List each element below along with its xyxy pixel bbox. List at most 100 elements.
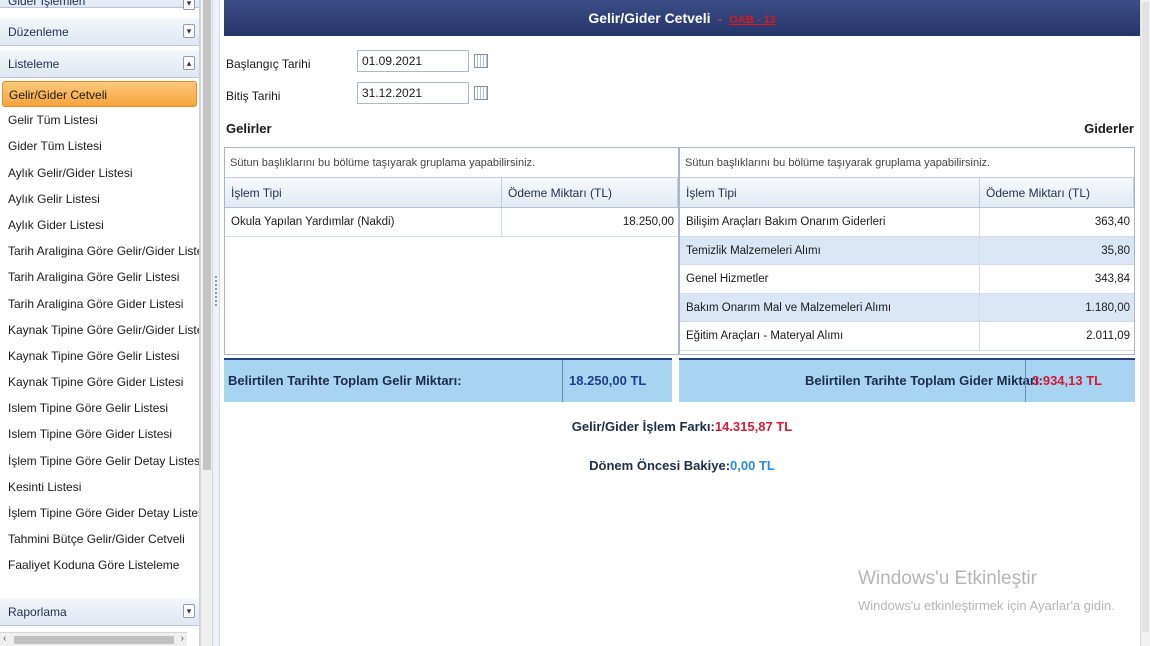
gider-total-label: Belirtilen Tarihte Toplam Gider Miktarı: bbox=[805, 373, 1043, 388]
activation-watermark: Windows'u Etkinleştir Windows'u etkinleş… bbox=[858, 568, 1115, 613]
scroll-thumb[interactable] bbox=[14, 636, 174, 644]
cell-odeme-miktari: 2.011,09 bbox=[1086, 330, 1130, 342]
sidebar-item[interactable]: Islem Tipine Göre Gider Listesi bbox=[0, 421, 199, 447]
scroll-thumb[interactable] bbox=[203, 0, 211, 470]
grid-body: Okula Yapılan Yardımlar (Nakdi) 18.250,00 bbox=[225, 208, 678, 237]
page-vertical-scrollbar[interactable] bbox=[1140, 0, 1150, 646]
table-row[interactable]: Temizlik Malzemeleri Alımı 35,80 bbox=[680, 236, 1134, 265]
cell-islem-tipi: Bilişim Araçları Bakım Onarım Giderleri bbox=[680, 208, 980, 236]
section-label: Listeleme bbox=[8, 57, 60, 71]
cell-odeme-miktari: 1.180,00 bbox=[1085, 301, 1130, 314]
gelirler-grid: Sütun başlıklarını bu bölüme taşıyarak g… bbox=[224, 147, 679, 355]
section-raporlama[interactable]: Raporlama ▾ bbox=[0, 598, 199, 626]
section-label: Düzenleme bbox=[8, 25, 69, 39]
expand-toggle-icon[interactable]: ▾ bbox=[183, 0, 195, 10]
cell-islem-tipi: Eğitim Araçları - Materyal Alımı bbox=[680, 322, 980, 350]
watermark-subtitle: Windows'u etkinleştirmek için Ayarlar'a … bbox=[858, 598, 1115, 613]
gider-total-value: 3.934,13 TL bbox=[1025, 360, 1135, 402]
table-row[interactable]: Bakım Onarım Mal ve Malzemeleri Alımı 1.1… bbox=[680, 293, 1134, 322]
expand-toggle-icon[interactable]: ▾ bbox=[183, 24, 195, 38]
sidebar-item[interactable]: Kesinti Listesi bbox=[0, 474, 199, 500]
gider-total-bar: Belirtilen Tarihte Toplam Gider Miktarı:… bbox=[679, 358, 1135, 402]
islem-farki-line: Gelir/Gider İşlem Farkı:14.315,87 TL bbox=[224, 419, 1140, 434]
grid-header: İşlem Tipi Ödeme Miktarı (TL) bbox=[225, 178, 678, 208]
sidebar-item[interactable]: Aylık Gelir Listesi bbox=[0, 186, 199, 212]
title-separator: - bbox=[717, 12, 722, 26]
sidebar-item[interactable]: Gider Tüm Listesi bbox=[0, 133, 199, 159]
sidebar-item[interactable]: Aylık Gider Listesi bbox=[0, 212, 199, 238]
column-header-islem-tipi[interactable]: İşlem Tipi bbox=[225, 178, 502, 207]
sidebar-item[interactable]: Islem Tipine Göre Gelir Listesi bbox=[0, 395, 199, 421]
sidebar-item[interactable]: Gelir/Gider Cetveli bbox=[2, 81, 197, 108]
cell-islem-tipi: Temizlik Malzemeleri Alımı bbox=[680, 236, 980, 264]
cell-islem-tipi: Okula Yapılan Yardımlar (Nakdi) bbox=[225, 208, 502, 236]
group-by-panel[interactable]: Sütun başlıklarını bu bölüme taşıyarak g… bbox=[680, 148, 1134, 178]
sidebar-item[interactable]: Tahmini Bütçe Gelir/Gider Cetveli bbox=[0, 526, 199, 552]
donem-oncesi-label: Dönem Öncesi Bakiye: bbox=[589, 458, 731, 473]
sidebar-item[interactable]: Tarih Araligina Göre Gelir Listesi bbox=[0, 264, 199, 290]
title-bar: Gelir/Gider Cetveli - OAB - 13 bbox=[224, 0, 1140, 36]
table-row[interactable]: Okula Yapılan Yardımlar (Nakdi) 18.250,00 bbox=[225, 208, 678, 237]
sidebar-item[interactable]: Faaliyet Koduna Göre Listeleme bbox=[0, 552, 199, 578]
sidebar-item[interactable]: İşlem Tipine Göre Gider Detay Listesi bbox=[0, 500, 199, 526]
cell-odeme-miktari: 343,84 bbox=[1094, 273, 1130, 285]
end-date-label: Bitiş Tarihi bbox=[226, 89, 281, 103]
sidebar-item[interactable]: Gelir Tüm Listesi bbox=[0, 107, 199, 133]
grid-header: İşlem Tipi Ödeme Miktarı (TL) bbox=[680, 178, 1134, 208]
table-row[interactable]: Bilişim Araçları Bakım Onarım Giderleri 3… bbox=[680, 208, 1134, 237]
cell-odeme-miktari: 18.250,00 bbox=[622, 216, 674, 228]
watermark-title: Windows'u Etkinleştir bbox=[858, 568, 1037, 589]
section-label: Gider İşlemleri bbox=[8, 0, 86, 8]
main-content: Gelir/Gider Cetveli - OAB - 13 Başlangıç… bbox=[224, 0, 1140, 646]
section-listeleme[interactable]: Listeleme ▴ bbox=[0, 50, 199, 78]
panel-splitter[interactable] bbox=[212, 0, 220, 646]
page-title: Gelir/Gider Cetveli bbox=[588, 10, 711, 26]
cell-odeme-miktari: 363,40 bbox=[1094, 216, 1130, 228]
column-header-odeme-miktari[interactable]: Ödeme Miktarı (TL) bbox=[502, 178, 678, 207]
sidebar-item[interactable]: Kaynak Tipine Göre Gelir/Gider Listesi bbox=[0, 317, 199, 343]
donem-oncesi-line: Dönem Öncesi Bakiye:0,00 TL bbox=[224, 458, 1140, 473]
start-date-label: Başlangıç Tarihi bbox=[226, 57, 311, 71]
report-code: OAB - 13 bbox=[729, 14, 776, 26]
scroll-right-icon[interactable]: › bbox=[181, 633, 184, 644]
islem-farki-label: Gelir/Gider İşlem Farkı: bbox=[571, 419, 715, 434]
start-date-input[interactable] bbox=[357, 50, 469, 72]
cell-islem-tipi: Bakım Onarım Mal ve Malzemeleri Alımı bbox=[680, 293, 980, 321]
sidebar-item[interactable]: Tarih Araligina Göre Gelir/Gider Listesi bbox=[0, 238, 199, 264]
donem-oncesi-value: 0,00 TL bbox=[730, 458, 775, 473]
gelirler-heading: Gelirler bbox=[226, 121, 272, 136]
collapse-toggle-icon[interactable]: ▴ bbox=[183, 56, 195, 70]
column-header-islem-tipi[interactable]: İşlem Tipi bbox=[680, 178, 980, 207]
sidebar-item[interactable]: İşlem Tipine Göre Gelir Detay Listesi bbox=[0, 448, 199, 474]
sidebar: Gider İşlemleri ▾ Düzenleme ▾ Listeleme … bbox=[0, 0, 200, 646]
cell-odeme-miktari: 35,80 bbox=[1101, 244, 1130, 257]
sidebar-item[interactable]: Kaynak Tipine Göre Gider Listesi bbox=[0, 369, 199, 395]
section-duzenleme[interactable]: Düzenleme ▾ bbox=[0, 18, 199, 46]
table-row[interactable]: Genel Hizmetler 343,84 bbox=[680, 265, 1134, 294]
table-row[interactable]: Eğitim Araçları - Materyal Alımı 2.011,09 bbox=[680, 322, 1134, 351]
sidebar-horizontal-scrollbar[interactable]: ‹ › bbox=[0, 632, 187, 646]
sidebar-item[interactable]: Tarih Araligina Göre Gider Listesi bbox=[0, 291, 199, 317]
cell-islem-tipi: Genel Hizmetler bbox=[680, 265, 980, 293]
calendar-icon[interactable] bbox=[474, 54, 488, 68]
app-window: Gider İşlemleri ▾ Düzenleme ▾ Listeleme … bbox=[0, 0, 1150, 646]
calendar-icon[interactable] bbox=[474, 86, 488, 100]
grid-body: Bilişim Araçları Bakım Onarım Giderleri 3… bbox=[680, 208, 1134, 351]
scroll-left-icon[interactable]: ‹ bbox=[3, 633, 6, 644]
gelir-total-bar: Belirtilen Tarihte Toplam Gelir Miktarı:… bbox=[224, 358, 672, 402]
giderler-heading: Giderler bbox=[1084, 121, 1134, 136]
giderler-grid: Sütun başlıklarını bu bölüme taşıyarak g… bbox=[679, 147, 1135, 355]
sidebar-vertical-scrollbar[interactable] bbox=[200, 0, 212, 646]
section-gider-islemleri[interactable]: Gider İşlemleri ▾ bbox=[0, 0, 199, 10]
islem-farki-value: 14.315,87 TL bbox=[714, 419, 793, 434]
sidebar-item[interactable]: Aylık Gelir/Gider Listesi bbox=[0, 160, 199, 186]
splitter-grip-icon bbox=[215, 276, 217, 306]
end-date-input[interactable] bbox=[357, 82, 469, 104]
scroll-thumb[interactable] bbox=[1142, 2, 1149, 632]
sidebar-item[interactable]: Kaynak Tipine Göre Gelir Listesi bbox=[0, 343, 199, 369]
section-label: Raporlama bbox=[8, 605, 67, 619]
gelir-total-label: Belirtilen Tarihte Toplam Gelir Miktarı: bbox=[228, 373, 462, 388]
group-by-panel[interactable]: Sütun başlıklarını bu bölüme taşıyarak g… bbox=[225, 148, 678, 178]
column-header-odeme-miktari[interactable]: Ödeme Miktarı (TL) bbox=[980, 178, 1134, 207]
expand-toggle-icon[interactable]: ▾ bbox=[183, 604, 195, 618]
